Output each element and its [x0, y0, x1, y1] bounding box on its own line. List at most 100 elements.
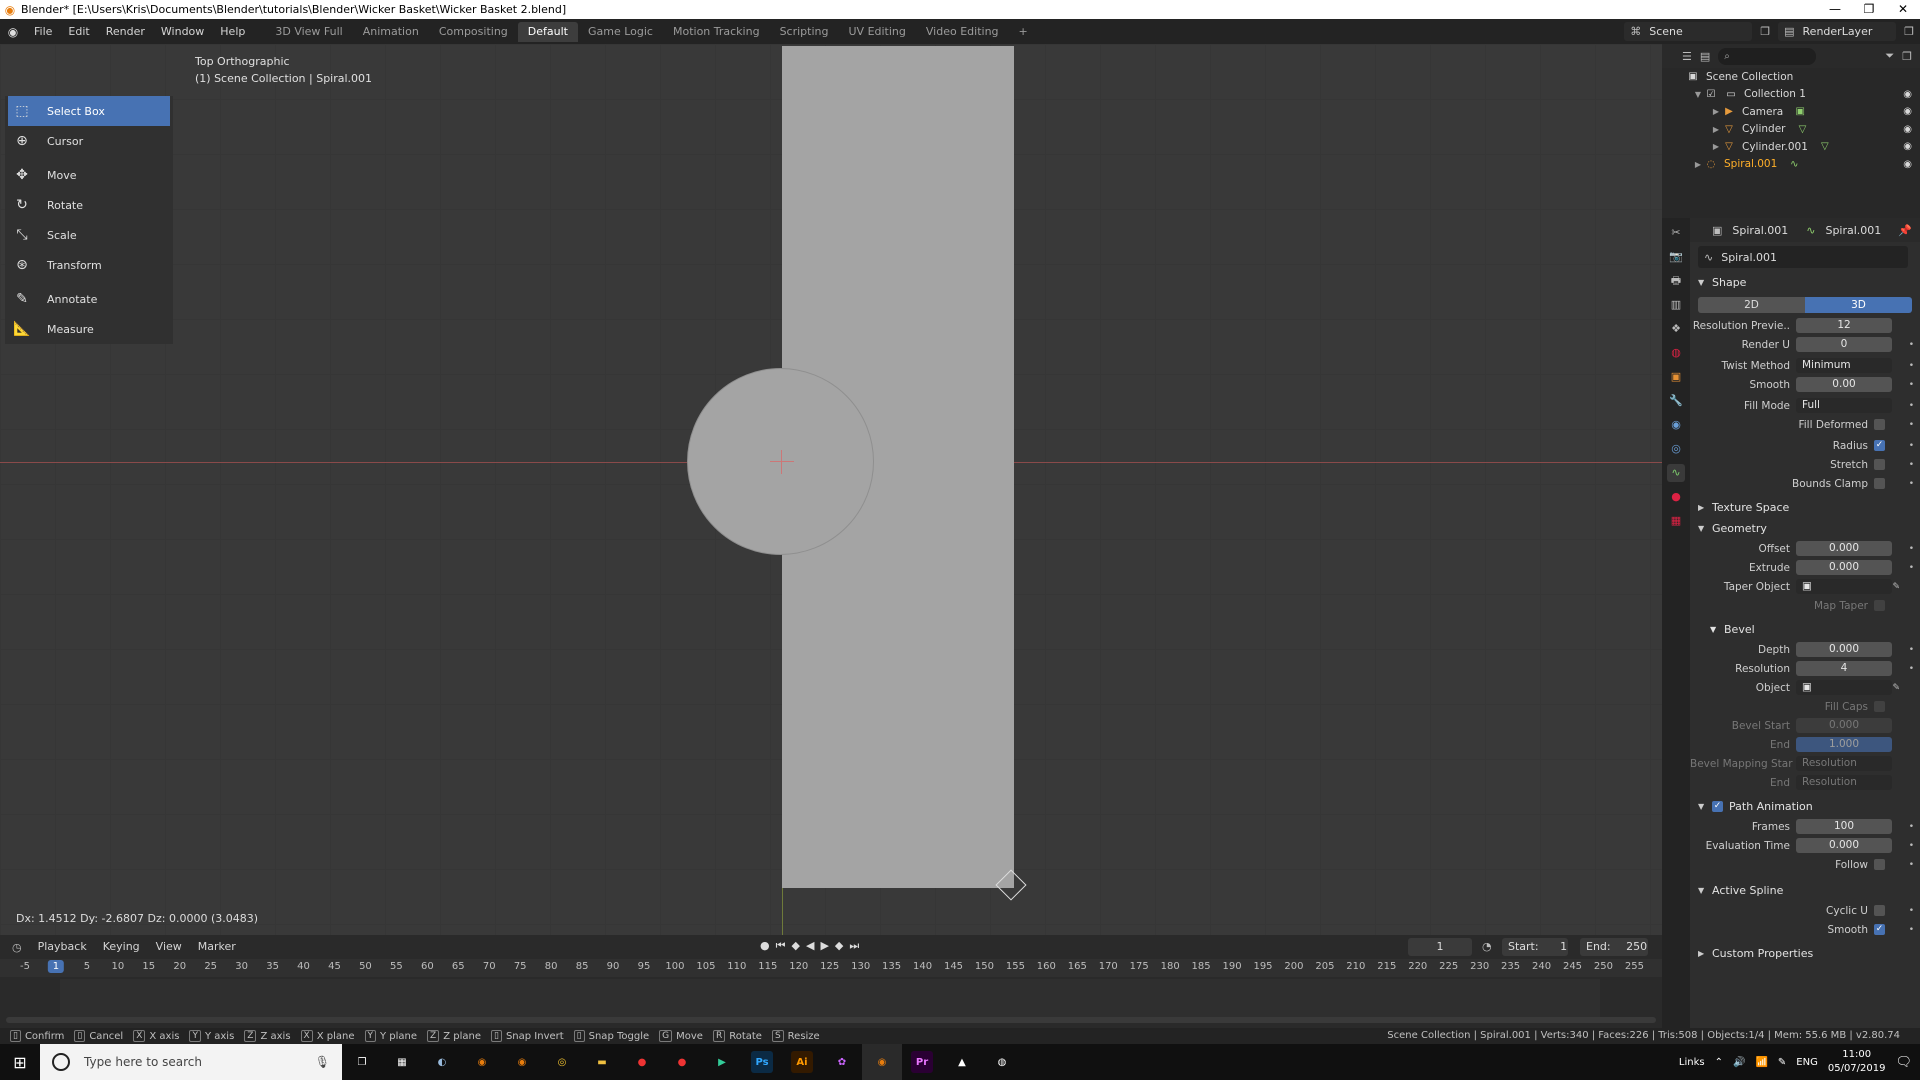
world-tab-icon[interactable]: ◍	[1667, 344, 1685, 362]
active-smooth-checkbox[interactable]: ✓	[1874, 924, 1885, 935]
minimize-icon[interactable]: —	[1818, 0, 1852, 19]
smooth-field[interactable]: 0.00	[1796, 377, 1892, 392]
scene-selector[interactable]: ⌘ Scene	[1624, 22, 1753, 41]
tool-select-box[interactable]: ⬚ Select Box	[8, 96, 170, 126]
blender-taskbar-icon-2[interactable]: ◉	[502, 1044, 542, 1080]
play-icon[interactable]: ▶	[820, 939, 828, 953]
keyframe-dot-icon[interactable]: •	[1909, 479, 1914, 489]
illustrator-icon[interactable]: Ai	[782, 1044, 822, 1080]
photoshop-icon[interactable]: Ps	[742, 1044, 782, 1080]
outliner-row-scene-collection[interactable]: ▣ Scene Collection	[1662, 68, 1920, 86]
blender-menu-icon[interactable]: ◉	[0, 25, 26, 39]
menu-playback[interactable]: Playback	[30, 935, 95, 959]
editor-type-icon[interactable]: ◷	[12, 941, 22, 954]
visibility-eye-icon[interactable]: ◉	[1903, 106, 1912, 117]
keyframe-dot-icon[interactable]: •	[1909, 822, 1914, 832]
jump-start-icon[interactable]: ⏮	[776, 939, 786, 953]
expand-arrow-icon[interactable]: ▶	[1710, 142, 1722, 151]
keyframe-dot-icon[interactable]: •	[1909, 460, 1914, 470]
fill-deformed-checkbox[interactable]	[1874, 419, 1885, 430]
timeline-body[interactable]: -5 1 5 10 15 20 25 30 35 40 45 50 55 60 65 70 75 80 85 90 95…	[0, 959, 1662, 1035]
visibility-eye-icon[interactable]: ◉	[1903, 89, 1912, 100]
timeline-ruler[interactable]: -5 1 5 10 15 20 25 30 35 40 45 50 55 60 65 70 75 80 85 90 95…	[0, 959, 1662, 977]
menu-help[interactable]: Help	[212, 19, 253, 44]
tool-tab-icon[interactable]: ✂	[1667, 224, 1685, 242]
modifier-tab-icon[interactable]: 🔧	[1667, 392, 1685, 410]
visibility-eye-icon[interactable]: ◉	[1903, 159, 1912, 170]
notifications-icon[interactable]: 🗨	[1895, 1055, 1912, 1070]
jump-end-icon[interactable]: ⏭	[849, 939, 859, 953]
panel-path-animation[interactable]: ▼ ✓ Path Animation	[1690, 796, 1920, 817]
visibility-eye-icon[interactable]: ◉	[1903, 124, 1912, 135]
bevel-end-field[interactable]: 1.000	[1796, 737, 1892, 752]
photos-icon[interactable]: ▲	[942, 1044, 982, 1080]
tab-game-logic[interactable]: Game Logic	[578, 22, 663, 42]
outliner-type-icon[interactable]: ☰	[1682, 50, 1692, 63]
pin-icon[interactable]: 📌	[1898, 224, 1912, 237]
expand-arrow-icon[interactable]: ▶	[1692, 160, 1704, 169]
material-tab-icon[interactable]: ●	[1667, 488, 1685, 506]
next-keyframe-icon[interactable]: ◆	[835, 939, 843, 953]
prev-keyframe-icon[interactable]: ◆	[792, 939, 800, 953]
eyedropper-icon[interactable]: ✎	[1892, 683, 1900, 693]
particles-tab-icon[interactable]: ◉	[1667, 416, 1685, 434]
outliner-row-cylinder-001[interactable]: ▶ ▽ Cylinder.001 ▽ ◉	[1662, 138, 1920, 156]
radius-checkbox[interactable]: ✓	[1874, 440, 1885, 451]
panel-active-spline[interactable]: ▼ Active Spline	[1690, 880, 1920, 901]
depth-field[interactable]: 0.000	[1796, 642, 1892, 657]
keyframe-dot-icon[interactable]: •	[1909, 340, 1914, 350]
app-icon[interactable]: ◐	[422, 1044, 462, 1080]
menu-marker[interactable]: Marker	[190, 935, 244, 959]
bevel-mapping-start-dropdown[interactable]: Resolution	[1796, 756, 1892, 771]
keyframe-dot-icon[interactable]: •	[1909, 420, 1914, 430]
resolution-field[interactable]: 4	[1796, 661, 1892, 676]
volume-icon[interactable]: 🔊	[1733, 1057, 1745, 1068]
extrude-field[interactable]: 0.000	[1796, 560, 1892, 575]
twist-method-dropdown[interactable]: Minimum	[1796, 358, 1892, 373]
new-collection-icon[interactable]: ❐	[1902, 50, 1912, 63]
keyframe-dot-icon[interactable]: •	[1909, 906, 1914, 916]
follow-checkbox[interactable]	[1874, 859, 1885, 870]
eyedropper-icon[interactable]: ✎	[1892, 582, 1900, 592]
path-animation-checkbox[interactable]: ✓	[1712, 801, 1723, 812]
app-icon-red[interactable]: ●	[622, 1044, 662, 1080]
texture-tab-icon[interactable]: ▦	[1667, 512, 1685, 530]
pen-icon[interactable]: ✎	[1778, 1057, 1786, 1068]
filter-icon[interactable]: ⏷	[1885, 49, 1894, 63]
new-scene-icon[interactable]: ❐	[1760, 25, 1770, 38]
app-icon-red-2[interactable]: ●	[662, 1044, 702, 1080]
menu-window[interactable]: Window	[153, 19, 212, 44]
app-icon-circle[interactable]: ◍	[982, 1044, 1022, 1080]
frames-field[interactable]: 100	[1796, 819, 1892, 834]
keyframe-dot-icon[interactable]: •	[1909, 380, 1914, 390]
checkbox-icon[interactable]: ☑	[1704, 89, 1718, 100]
record-icon[interactable]: ●	[760, 939, 770, 953]
dimensions-2d-button[interactable]: 2D	[1698, 297, 1805, 313]
keyframe-dot-icon[interactable]: •	[1909, 925, 1914, 935]
visibility-eye-icon[interactable]: ◉	[1903, 141, 1912, 152]
render-tab-icon[interactable]: 📷	[1667, 248, 1685, 266]
outliner-row-camera[interactable]: ▶ ▶ Camera ▣ ◉	[1662, 103, 1920, 121]
display-mode-icon[interactable]: ▤	[1700, 50, 1710, 63]
tab-video-editing[interactable]: Video Editing	[916, 22, 1009, 42]
blender-active-icon[interactable]: ◉	[862, 1044, 902, 1080]
map-taper-checkbox[interactable]	[1874, 600, 1885, 611]
tab-default[interactable]: Default	[517, 21, 578, 42]
physics-tab-icon[interactable]: ◎	[1667, 440, 1685, 458]
render-u-field[interactable]: 0	[1796, 337, 1892, 352]
curve-data-tab-icon[interactable]: ∿	[1667, 464, 1685, 482]
renderlayer-selector[interactable]: ▤ RenderLayer	[1778, 22, 1897, 41]
offset-field[interactable]: 0.000	[1796, 541, 1892, 556]
tab-animation[interactable]: Animation	[353, 22, 429, 42]
expand-arrow-icon[interactable]: ▶	[1710, 107, 1722, 116]
fill-mode-dropdown[interactable]: Full	[1796, 398, 1892, 413]
keyframe-dot-icon[interactable]: •	[1909, 361, 1914, 371]
fill-caps-checkbox[interactable]	[1874, 701, 1885, 712]
subpanel-bevel[interactable]: ▼ Bevel	[1690, 619, 1920, 640]
dimensions-3d-button[interactable]: 3D	[1805, 297, 1912, 313]
clock-icon[interactable]: ◔	[1482, 940, 1492, 953]
file-explorer-icon[interactable]: ▬	[582, 1044, 622, 1080]
tool-scale[interactable]: ⤡ Scale	[5, 220, 173, 250]
keyframe-dot-icon[interactable]: •	[1909, 860, 1914, 870]
menu-file[interactable]: File	[26, 19, 60, 44]
